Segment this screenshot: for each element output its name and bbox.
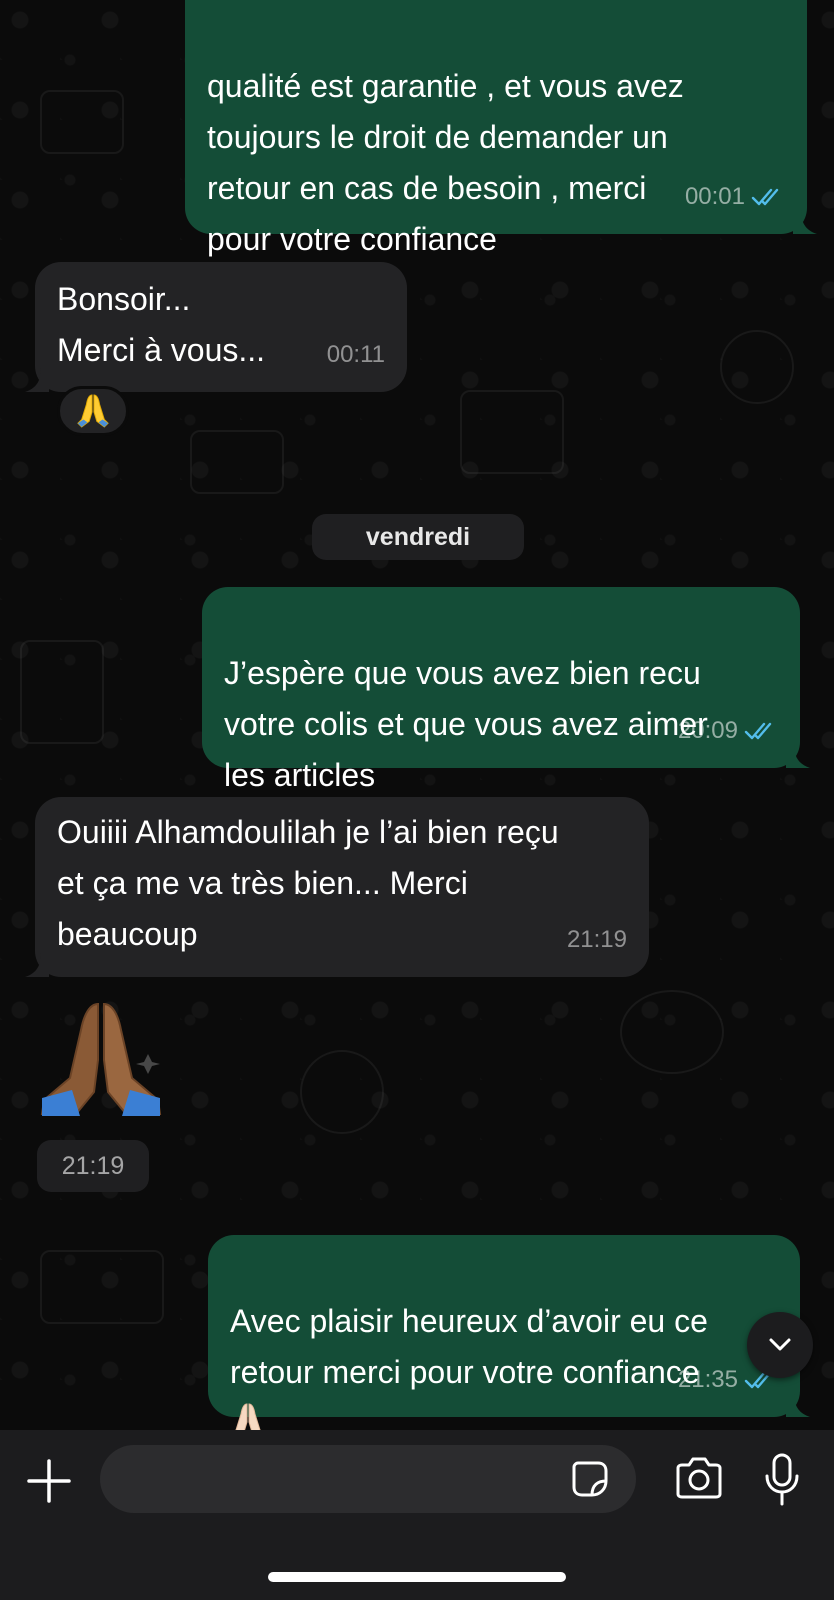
message-time: 21:19 (566, 926, 627, 953)
wallpaper-doodle (40, 1250, 164, 1324)
message-bubble-outgoing[interactable]: qualité est garantie , et vous avez touj… (185, 0, 817, 234)
scroll-to-bottom-button[interactable] (747, 1312, 813, 1378)
plus-icon[interactable] (26, 1458, 72, 1504)
message-meta: 20:09 (678, 705, 778, 756)
message-bubble-outgoing[interactable]: Avec plaisir heureux d’avoir eu ce retou… (208, 1235, 810, 1417)
wallpaper-doodle (720, 330, 794, 404)
large-folded-hands-emoji[interactable] (36, 1000, 166, 1130)
bubble-tail (25, 368, 49, 392)
bubble-tail (793, 210, 817, 234)
sticker-icon[interactable] (570, 1459, 610, 1499)
chevron-down-icon (769, 1338, 791, 1351)
date-separator: vendredi (312, 514, 524, 560)
message-meta: 21:19 (567, 914, 627, 965)
wallpaper-doodle (460, 390, 564, 474)
message-bubble-incoming[interactable]: Ouiiii Alhamdoulilah je l’ai bien reçu e… (25, 797, 649, 977)
wallpaper-doodle (20, 640, 104, 744)
read-ticks-icon (751, 187, 785, 207)
message-time: 21:35 (677, 1366, 738, 1393)
bubble-tail (786, 744, 810, 768)
message-text: Ouiiii Alhamdoulilah je l’ai bien reçu e… (57, 814, 559, 952)
message-meta: 00:01 (685, 171, 785, 222)
message-composer (0, 1430, 834, 1600)
read-ticks-icon (744, 721, 778, 741)
microphone-icon[interactable] (762, 1452, 802, 1508)
message-bubble-incoming[interactable]: Bonsoir... Merci à vous... 00:11 (25, 262, 407, 392)
wallpaper-doodle (190, 430, 284, 494)
bubble-tail (786, 1393, 810, 1417)
message-bubble-outgoing[interactable]: J’espère que vous avez bien recu votre c… (202, 587, 810, 768)
home-indicator (268, 1572, 566, 1582)
wallpaper-doodle (40, 90, 124, 154)
message-meta: 00:11 (327, 329, 385, 380)
message-time: 00:01 (684, 183, 745, 210)
chat-area[interactable]: qualité est garantie , et vous avez touj… (0, 0, 834, 1430)
message-time: 00:11 (326, 341, 385, 368)
folded-hands-emoji (230, 1402, 266, 1430)
wallpaper-doodle (620, 990, 724, 1074)
message-input[interactable] (100, 1445, 636, 1513)
folded-hands-emoji (76, 393, 110, 429)
camera-icon[interactable] (674, 1456, 724, 1500)
message-time: 21:19 (37, 1140, 149, 1192)
message-time: 20:09 (677, 717, 738, 744)
bubble-tail (25, 953, 49, 977)
message-reaction[interactable] (57, 386, 129, 436)
wallpaper-doodle (300, 1050, 384, 1134)
